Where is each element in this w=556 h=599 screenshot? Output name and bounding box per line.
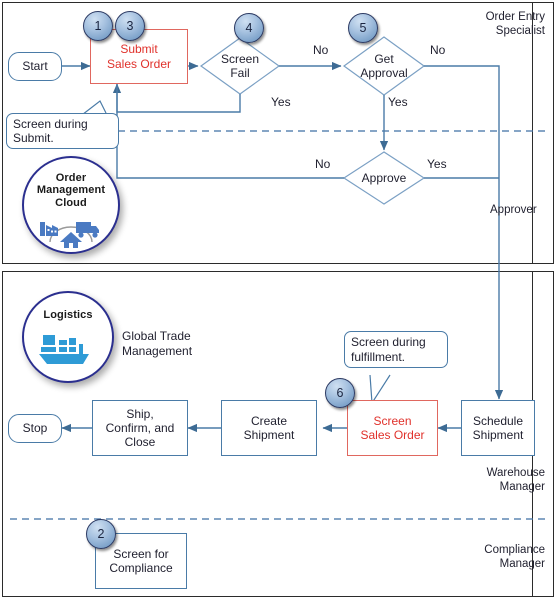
badge-2: 2: [86, 519, 116, 549]
callout-screen-during-submit: Screen during Submit.: [6, 113, 119, 149]
node-schedule-shipment[interactable]: Schedule Shipment: [461, 400, 535, 456]
label-global-trade-management: Global Trade Management: [122, 329, 193, 358]
logo-order-management-cloud: Order Management Cloud: [22, 156, 120, 254]
lane-label-approver: Approver: [490, 204, 537, 216]
node-start[interactable]: Start: [8, 52, 62, 81]
callout-screen-during-fulfillment: Screen during fulfillment.: [344, 331, 448, 368]
lane-label-compliance-manager: Compliance Manager: [484, 544, 545, 571]
lane-label-order-entry-specialist: Order Entry Specialist: [485, 11, 545, 38]
cargo-ship-icon: [39, 331, 97, 372]
logo-logistics-title: Logistics: [43, 309, 93, 321]
logo-logistics: Logistics: [22, 291, 114, 383]
node-create-shipment[interactable]: Create Shipment: [221, 400, 317, 456]
edge-label-approve-yes: Yes: [427, 157, 447, 171]
badge-1: 1: [83, 11, 113, 41]
edge-label-get-approval-no: No: [430, 43, 446, 57]
edge-label-get-approval-yes: Yes: [388, 95, 408, 109]
node-stop[interactable]: Stop: [8, 414, 62, 443]
badge-4: 4: [234, 13, 264, 43]
node-screen-fail-label: Screen Fail: [220, 51, 260, 80]
node-approve-label: Approve: [361, 170, 407, 185]
edge-label-screen-fail-no: No: [313, 43, 329, 57]
edge-label-screen-fail-yes: Yes: [271, 95, 291, 109]
badge-6: 6: [325, 378, 355, 408]
node-screen-sales-order[interactable]: Screen Sales Order: [347, 400, 438, 456]
lane-label-warehouse-manager: Warehouse Manager: [486, 467, 545, 494]
node-ship-confirm-close[interactable]: Ship, Confirm, and Close: [92, 400, 188, 456]
logo-order-management-cloud-title: Order Management Cloud: [36, 172, 106, 209]
badge-5: 5: [348, 13, 378, 43]
node-get-approval-label: Get Approval: [360, 51, 408, 80]
flowchart-canvas: Start Submit Sales Order Screen Fail Get…: [0, 0, 556, 599]
badge-3: 3: [115, 11, 145, 41]
factory-truck-house-icon: [38, 212, 104, 253]
edge-label-approve-no: No: [315, 157, 331, 171]
